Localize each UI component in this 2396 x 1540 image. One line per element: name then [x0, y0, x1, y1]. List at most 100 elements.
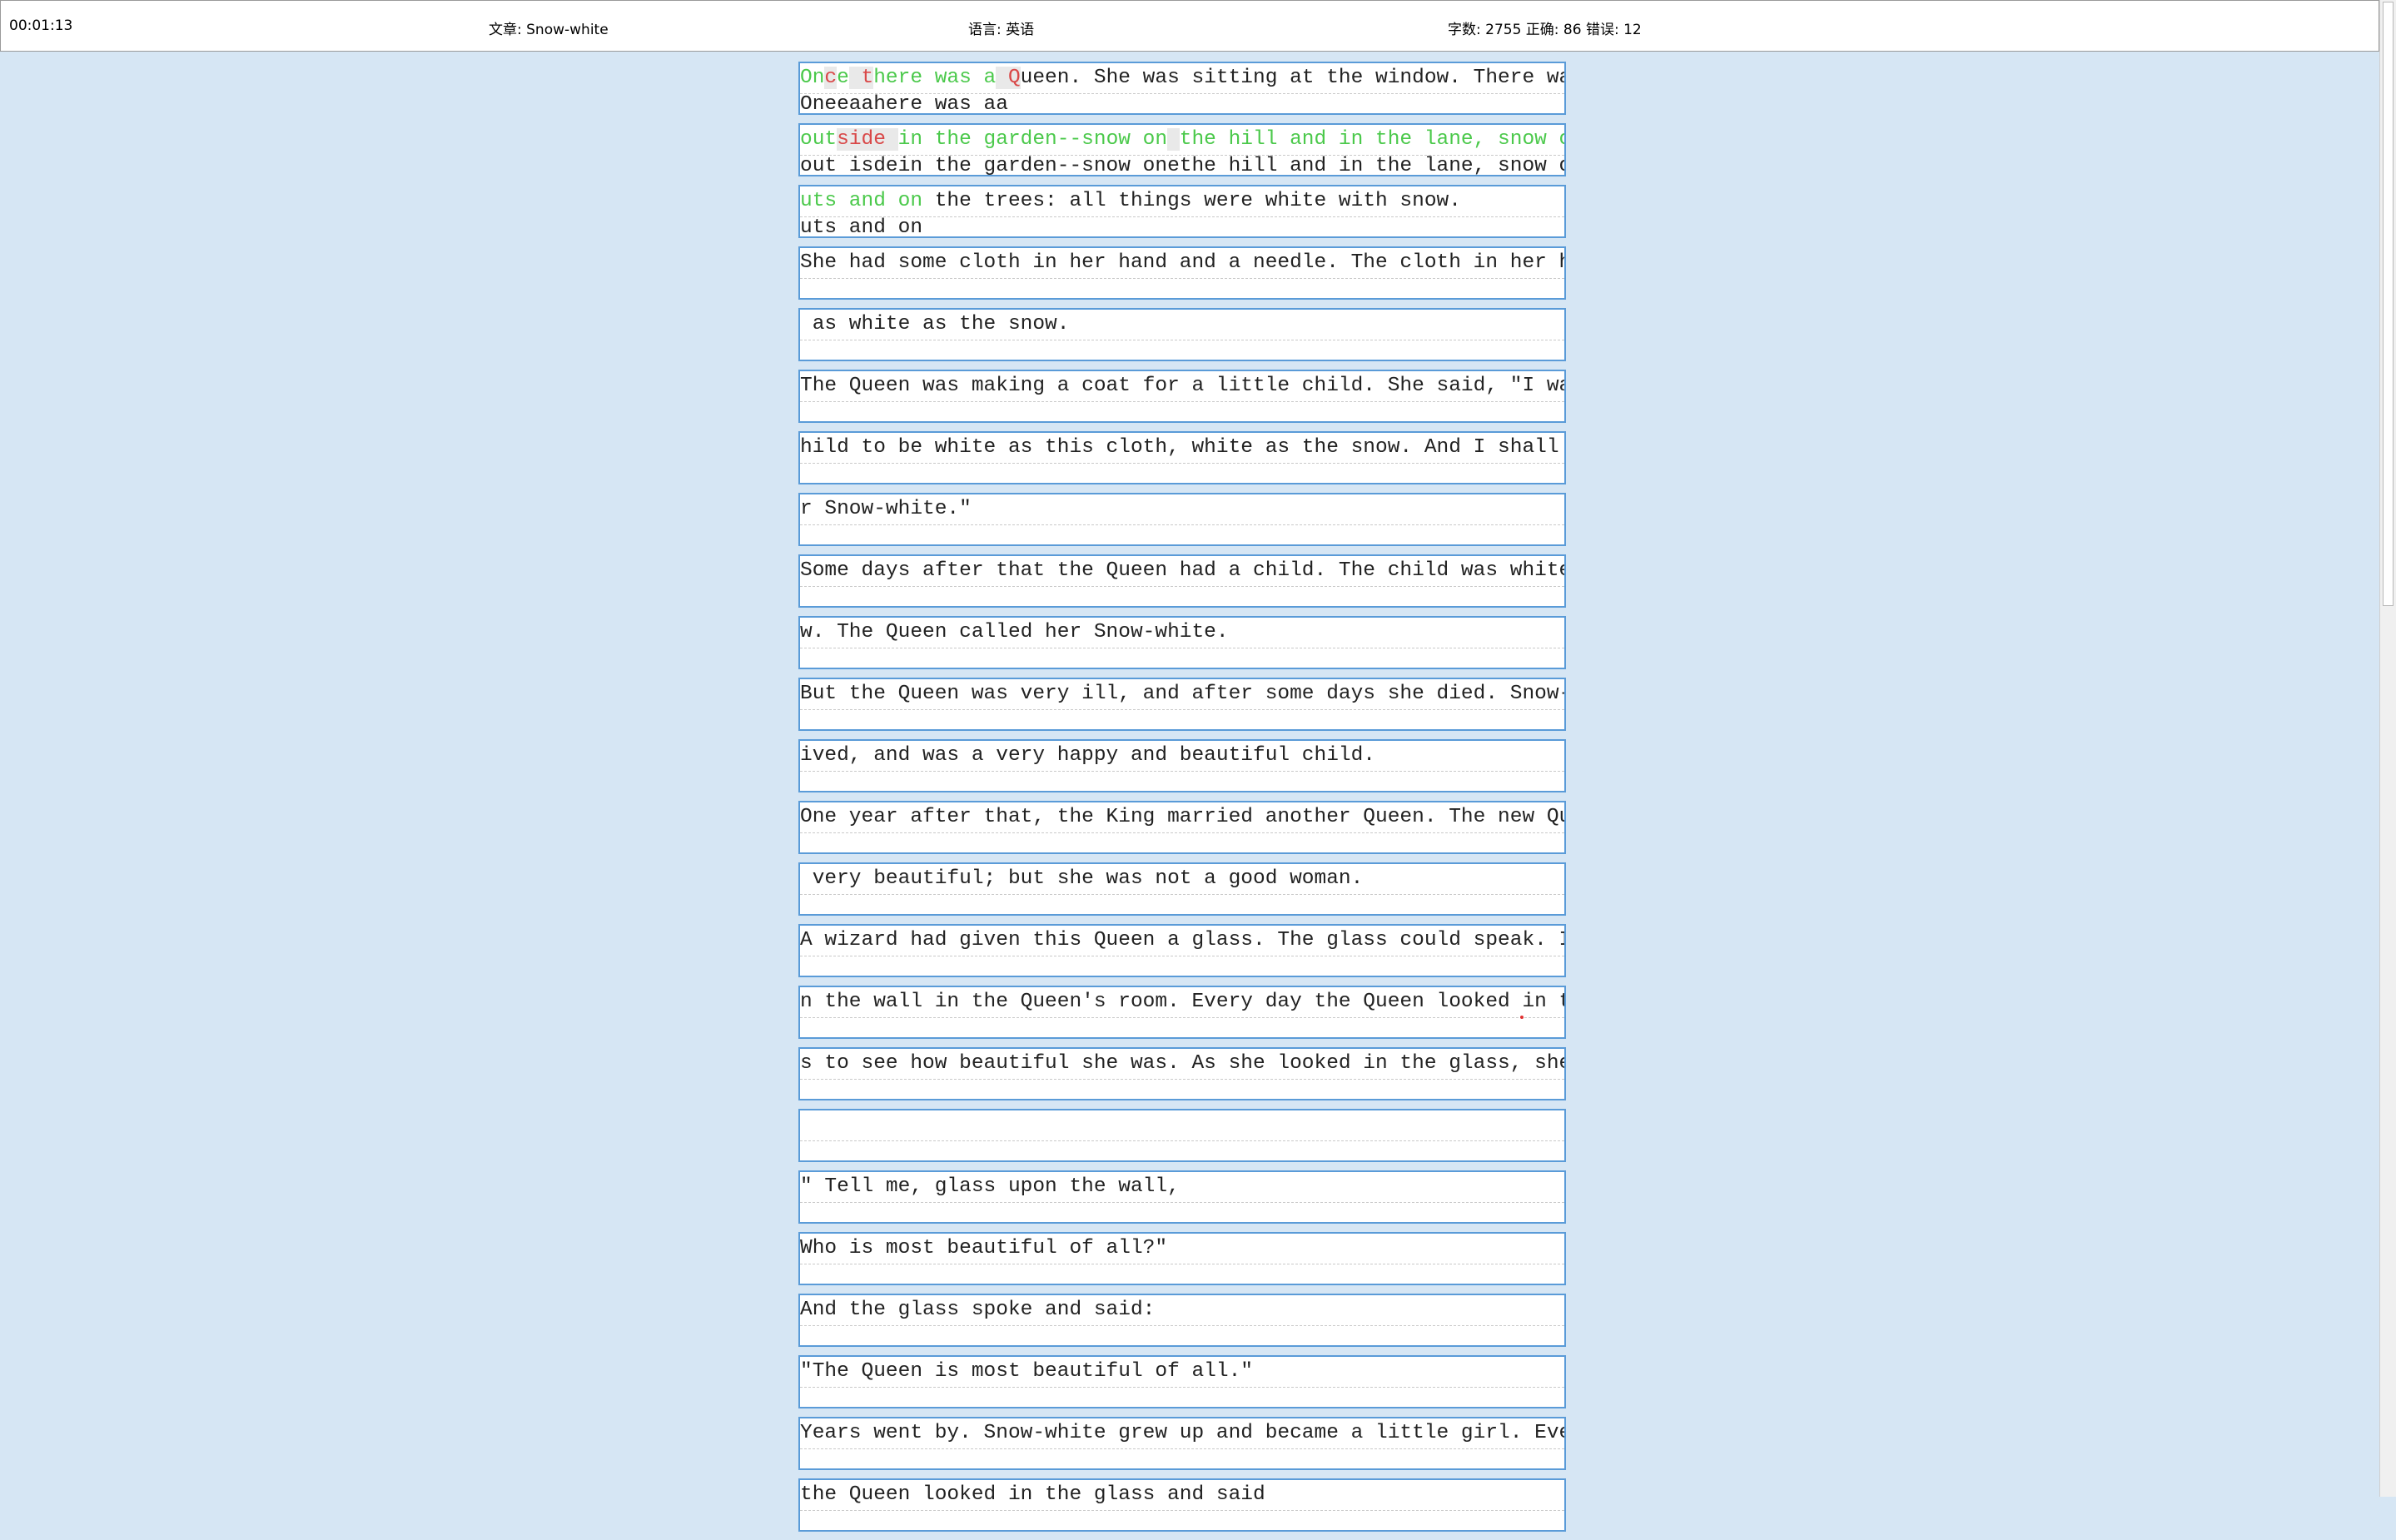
typing-line[interactable]: n the wall in the Queen's room. Every da… — [798, 986, 1566, 1039]
typing-line[interactable]: ived, and was a very happy and beautiful… — [798, 739, 1566, 792]
source-text: " Tell me, glass upon the wall, — [800, 1175, 1564, 1199]
text-segment: w. The Queen called her Snow-white. — [800, 621, 1229, 643]
source-text: the Queen looked in the glass and said — [800, 1483, 1564, 1507]
typed-input[interactable] — [800, 1017, 1564, 1040]
source-text: The Queen was making a coat for a little… — [800, 375, 1564, 398]
text-segment: " Tell me, glass upon the wall, — [800, 1175, 1180, 1198]
typing-line[interactable]: Years went by. Snow-white grew up and be… — [798, 1417, 1566, 1470]
text-segment: Years went by. Snow-white grew up and be… — [800, 1422, 1564, 1444]
typed-input[interactable]: out isdein the garden--snow onethe hill … — [800, 155, 1564, 177]
text-segment: t — [861, 67, 874, 89]
source-text: But the Queen was very ill, and after so… — [800, 683, 1564, 706]
source-text: Once there was a Queen. She was sitting … — [800, 67, 1564, 90]
text-segment — [885, 128, 898, 151]
text-segment: e — [837, 67, 849, 89]
text-segment: out — [800, 128, 838, 151]
typing-line[interactable]: hild to be white as this cloth, white as… — [798, 431, 1566, 484]
source-text: ived, and was a very happy and beautiful… — [800, 744, 1564, 768]
text-segment: "The Queen is most beautiful of all." — [800, 1360, 1253, 1383]
source-text: She had some cloth in her hand and a nee… — [800, 251, 1564, 275]
text-segment: The Queen was making a coat for a little… — [800, 375, 1564, 397]
typed-input[interactable] — [800, 894, 1564, 917]
source-text: outside in the garden--snow on the hill … — [800, 128, 1564, 152]
source-text: very beautiful; but she was not a good w… — [800, 867, 1564, 891]
error-marker — [1520, 1016, 1524, 1019]
source-text: uts and on the trees: all things were wh… — [800, 190, 1564, 213]
typed-input[interactable]: uts and on — [800, 216, 1564, 239]
text-segment: here was a — [873, 67, 997, 89]
typing-line[interactable]: the Queen looked in the glass and said — [798, 1478, 1566, 1532]
typing-line[interactable]: Some days after that the Queen had a chi… — [798, 554, 1566, 608]
text-segment: hild to be white as this cloth, white as… — [800, 436, 1559, 459]
typing-line[interactable]: outside in the garden--snow on the hill … — [798, 123, 1566, 177]
typing-line[interactable] — [798, 1109, 1566, 1162]
typed-input[interactable] — [800, 832, 1564, 855]
text-segment: Some days after that the Queen had a chi… — [800, 559, 1564, 582]
typed-input[interactable] — [800, 1387, 1564, 1409]
typed-input[interactable] — [800, 524, 1564, 547]
typing-line[interactable]: " Tell me, glass upon the wall, — [798, 1170, 1566, 1224]
article-title: 文章: Snow-white — [489, 22, 609, 38]
typed-input[interactable] — [800, 648, 1564, 670]
timer: 00:01:13 — [9, 17, 73, 34]
typed-input[interactable] — [800, 401, 1564, 424]
source-text: Some days after that the Queen had a chi… — [800, 559, 1564, 583]
typed-input[interactable] — [800, 1325, 1564, 1348]
typed-input[interactable] — [800, 340, 1564, 362]
source-text: And the glass spoke and said: — [800, 1299, 1564, 1322]
typing-line[interactable]: r Snow-white." — [798, 493, 1566, 546]
typed-input[interactable] — [800, 1079, 1564, 1101]
source-text: as white as the snow. — [800, 313, 1564, 336]
typing-line[interactable]: Who is most beautiful of all?" — [798, 1232, 1566, 1285]
typing-stats: 字数: 2755 正确: 86 错误: 12 — [1448, 22, 1642, 38]
source-text — [800, 1114, 1564, 1137]
typed-input[interactable] — [800, 1264, 1564, 1286]
typed-input[interactable] — [800, 709, 1564, 732]
text-segment: n the wall in the Queen's room. Every da… — [800, 991, 1564, 1013]
text-segment: One year after that, the King married an… — [800, 806, 1564, 828]
typing-line[interactable]: A wizard had given this Queen a glass. T… — [798, 924, 1566, 977]
typing-line[interactable]: She had some cloth in her hand and a nee… — [798, 246, 1566, 300]
typed-input[interactable] — [800, 278, 1564, 301]
typing-line[interactable]: "The Queen is most beautiful of all." — [798, 1355, 1566, 1408]
scrollbar-thumb[interactable] — [2383, 2, 2394, 606]
typed-input[interactable] — [800, 1140, 1564, 1163]
typed-input[interactable] — [800, 1510, 1564, 1533]
typing-line[interactable]: But the Queen was very ill, and after so… — [798, 678, 1566, 731]
source-text: Who is most beautiful of all?" — [800, 1237, 1564, 1260]
text-segment: as white as the snow. — [800, 313, 1070, 335]
typing-line[interactable]: Once there was a Queen. She was sitting … — [798, 62, 1566, 116]
text-segment — [996, 67, 1008, 89]
typed-input[interactable]: Oneeaahere was aa — [800, 93, 1564, 116]
typed-input[interactable] — [800, 586, 1564, 609]
typed-input[interactable] — [800, 1448, 1564, 1471]
typing-line[interactable]: The Queen was making a coat for a little… — [798, 370, 1566, 423]
text-segment: But the Queen was very ill, and after so… — [800, 683, 1564, 705]
typed-input[interactable] — [800, 771, 1564, 793]
source-text: w. The Queen called her Snow-white. — [800, 621, 1564, 644]
source-text: A wizard had given this Queen a glass. T… — [800, 929, 1564, 952]
text-segment: Who is most beautiful of all?" — [800, 1237, 1168, 1259]
text-segment: c — [824, 67, 838, 89]
text-segment — [1167, 128, 1180, 151]
text-segment: the Queen looked in the glass and said — [800, 1483, 1265, 1506]
text-segment: the trees: all things were white with sn… — [922, 190, 1461, 212]
source-text: r Snow-white." — [800, 498, 1564, 521]
typed-input[interactable] — [800, 1202, 1564, 1225]
typing-line[interactable]: as white as the snow. — [798, 308, 1566, 361]
status-bar: 00:01:13 文章: Snow-white 语言: 英语 字数: 2755 … — [0, 0, 2379, 52]
vertical-scrollbar[interactable] — [2379, 0, 2396, 1497]
typed-input[interactable] — [800, 463, 1564, 485]
typing-line[interactable]: uts and on the trees: all things were wh… — [798, 185, 1566, 239]
typing-line[interactable]: One year after that, the King married an… — [798, 801, 1566, 854]
typed-input[interactable] — [800, 956, 1564, 978]
text-segment: in the garden--snow on — [897, 128, 1168, 151]
typing-lines: Once there was a Queen. She was sitting … — [798, 62, 1566, 1540]
typing-line[interactable]: w. The Queen called her Snow-white. — [798, 616, 1566, 669]
typing-line[interactable]: s to see how beautiful she was. As she l… — [798, 1047, 1566, 1100]
typing-line[interactable]: very beautiful; but she was not a good w… — [798, 862, 1566, 916]
text-segment: A wizard had given this Queen a glass. T… — [800, 929, 1564, 951]
typing-line[interactable]: And the glass spoke and said: — [798, 1294, 1566, 1347]
source-text: Years went by. Snow-white grew up and be… — [800, 1422, 1564, 1445]
text-segment: ived, and was a very happy and beautiful… — [800, 744, 1376, 767]
